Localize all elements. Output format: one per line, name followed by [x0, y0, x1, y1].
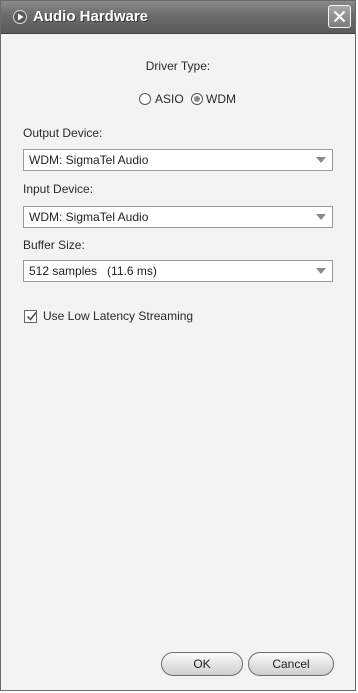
input-device-value: WDM: SigmaTel Audio: [29, 210, 149, 224]
window-title: Audio Hardware: [33, 8, 149, 25]
low-latency-checkbox[interactable]: [24, 310, 37, 323]
cancel-button[interactable]: Cancel: [248, 652, 334, 676]
input-device-dropdown[interactable]: WDM: SigmaTel Audio: [23, 206, 333, 228]
input-device-label: Input Device:: [23, 182, 94, 196]
play-arrow-icon: [13, 10, 27, 24]
chevron-down-icon: [316, 268, 326, 274]
driver-type-label: Driver Type:: [145, 59, 211, 73]
buffer-size-dropdown[interactable]: 512 samples (11.6 ms): [23, 260, 333, 282]
checkmark-icon: [26, 312, 37, 321]
chevron-down-icon: [316, 214, 326, 220]
audio-hardware-dialog: Audio Hardware Driver Type: ASIO WDM Out…: [0, 0, 356, 691]
wdm-radio-label[interactable]: WDM: [206, 92, 236, 106]
close-x-icon: [333, 10, 346, 23]
chevron-down-icon: [316, 157, 326, 163]
buffer-size-value: 512 samples (11.6 ms): [29, 264, 157, 278]
output-device-label: Output Device:: [23, 126, 103, 140]
ok-button[interactable]: OK: [161, 652, 243, 676]
wdm-radio[interactable]: [191, 93, 203, 105]
output-device-dropdown[interactable]: WDM: SigmaTel Audio: [23, 149, 333, 171]
asio-radio[interactable]: [139, 93, 151, 105]
close-button[interactable]: [328, 5, 351, 28]
asio-radio-label[interactable]: ASIO: [155, 92, 184, 106]
output-device-value: WDM: SigmaTel Audio: [29, 153, 149, 167]
buffer-size-label: Buffer Size:: [23, 238, 85, 252]
radio-selected-dot: [194, 96, 200, 102]
low-latency-label[interactable]: Use Low Latency Streaming: [43, 309, 193, 323]
title-bar[interactable]: Audio Hardware: [1, 1, 355, 34]
